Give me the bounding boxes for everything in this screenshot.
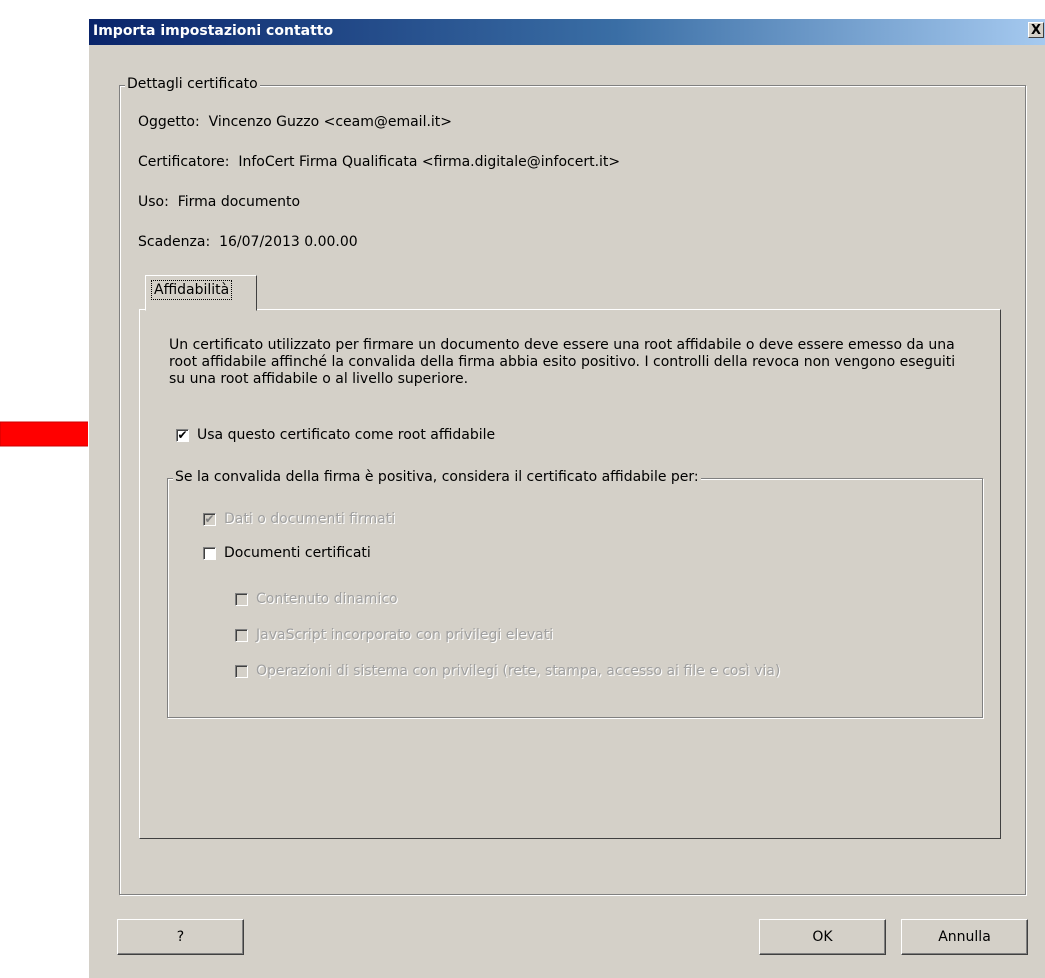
certified-documents-label: Documenti certificati (224, 545, 371, 561)
javascript-privileged-label: JavaScript incorporato con privilegi ele… (256, 627, 554, 643)
import-contact-settings-dialog: Importa impostazioni contatto X Dettagli… (88, 18, 1045, 978)
tab-label: Affidabilità (151, 280, 233, 300)
issuer-value: InfoCert Firma Qualificata <firma.digita… (238, 154, 621, 170)
usage-label: Uso: (138, 194, 169, 210)
checkbox-icon: ✔ (176, 427, 189, 442)
dynamic-content-label: Contenuto dinamico (256, 591, 398, 607)
dynamic-content-checkbox: Contenuto dinamico (235, 591, 398, 607)
system-operations-checkbox: Operazioni di sistema con privilegi (ret… (235, 663, 780, 679)
checkbox-icon (235, 628, 248, 642)
help-button[interactable]: ? (117, 919, 244, 955)
dialog-title: Importa impostazioni contatto (93, 23, 334, 39)
signed-documents-checkbox: ✔ Dati o documenti firmati (203, 511, 395, 527)
trust-description: Un certificato utilizzato per firmare un… (169, 337, 956, 387)
ok-button[interactable]: OK (759, 919, 886, 955)
expiry-value: 16/07/2013 0.00.00 (219, 234, 358, 250)
trust-options-legend: Se la convalida della firma è positiva, … (173, 469, 701, 485)
close-icon[interactable]: X (1028, 22, 1044, 38)
title-bar[interactable]: Importa impostazioni contatto X (89, 19, 1045, 45)
subject-value: Vincenzo Guzzo <ceam@email.it> (208, 114, 453, 130)
system-operations-label: Operazioni di sistema con privilegi (ret… (256, 663, 781, 679)
certified-documents-checkbox[interactable]: Documenti certificati (203, 545, 371, 561)
expiry-row: Scadenza: 16/07/2013 0.00.00 (138, 234, 358, 250)
signed-documents-label: Dati o documenti firmati (224, 511, 396, 527)
expiry-label: Scadenza: (138, 234, 211, 250)
cancel-button[interactable]: Annulla (901, 919, 1028, 955)
trusted-root-label: Usa questo certificato come root affidab… (197, 427, 496, 443)
checkbox-icon (235, 664, 248, 678)
usage-value: Firma documento (177, 194, 301, 210)
usage-row: Uso: Firma documento (138, 194, 300, 210)
certificate-details-legend: Dettagli certificato (125, 76, 260, 92)
tab-affidabilita[interactable]: Affidabilità (145, 275, 257, 311)
issuer-label: Certificatore: (138, 154, 230, 170)
checkbox-icon (203, 546, 216, 560)
trusted-root-checkbox[interactable]: ✔ Usa questo certificato come root affid… (176, 427, 495, 443)
issuer-row: Certificatore: InfoCert Firma Qualificat… (138, 154, 620, 170)
subject-row: Oggetto: Vincenzo Guzzo <ceam@email.it> (138, 114, 452, 130)
checkbox-icon (235, 592, 248, 606)
checkbox-icon: ✔ (203, 511, 216, 526)
subject-label: Oggetto: (138, 114, 200, 130)
javascript-privileged-checkbox: JavaScript incorporato con privilegi ele… (235, 627, 553, 643)
